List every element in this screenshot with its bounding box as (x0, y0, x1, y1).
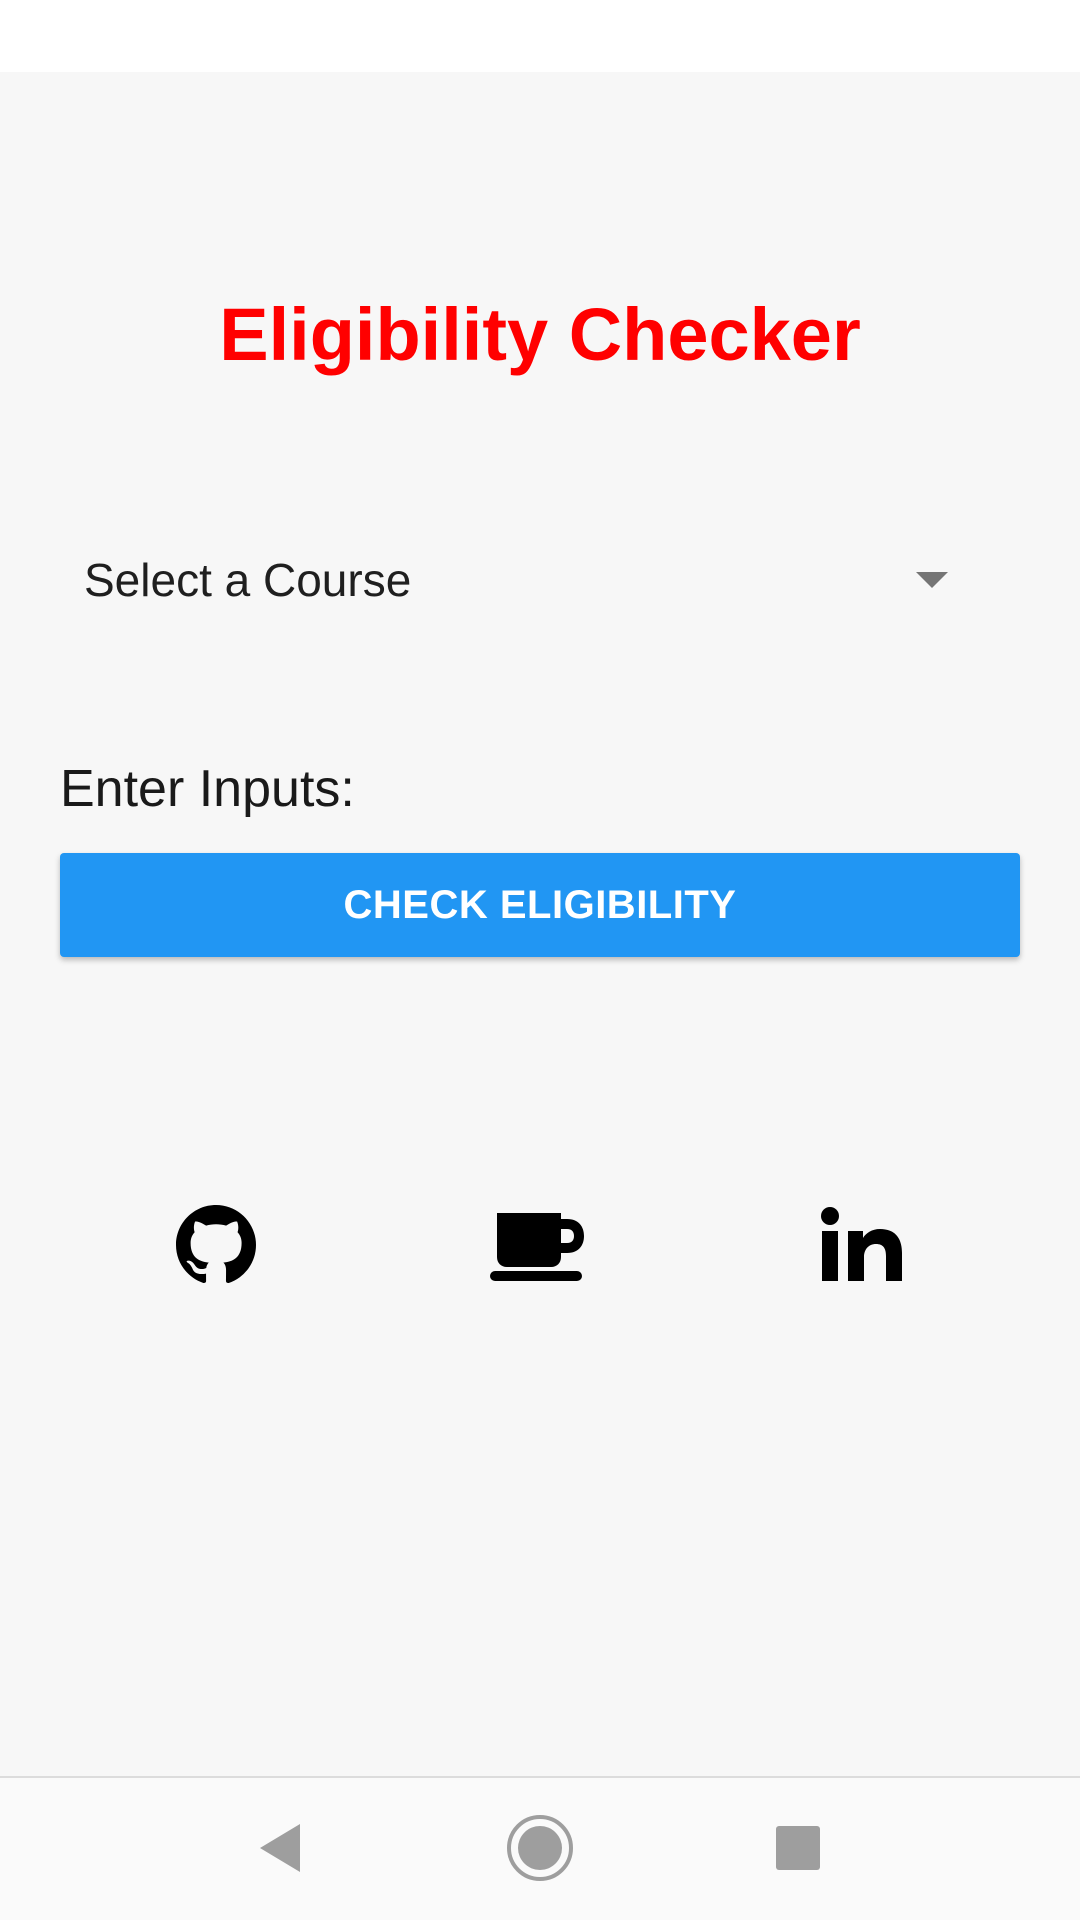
course-select-value: Select a Course (84, 554, 412, 606)
page-title: Eligibility Checker (219, 293, 861, 376)
check-eligibility-button[interactable]: CHECK ELIGIBILITY (60, 853, 1020, 957)
coffee-cup-icon[interactable] (487, 1200, 587, 1290)
back-icon[interactable] (240, 1808, 320, 1888)
recents-icon[interactable] (758, 1808, 838, 1888)
chevron-down-icon (916, 572, 948, 588)
status-bar (0, 0, 1080, 72)
home-icon[interactable] (500, 1808, 580, 1888)
course-select[interactable]: Select a Course (60, 540, 980, 620)
inputs-label: Enter Inputs: (60, 760, 355, 818)
linkedin-icon[interactable] (812, 1200, 912, 1290)
social-links (0, 1200, 1080, 1290)
system-navigation-bar (0, 1776, 1080, 1920)
github-icon[interactable] (166, 1200, 266, 1290)
